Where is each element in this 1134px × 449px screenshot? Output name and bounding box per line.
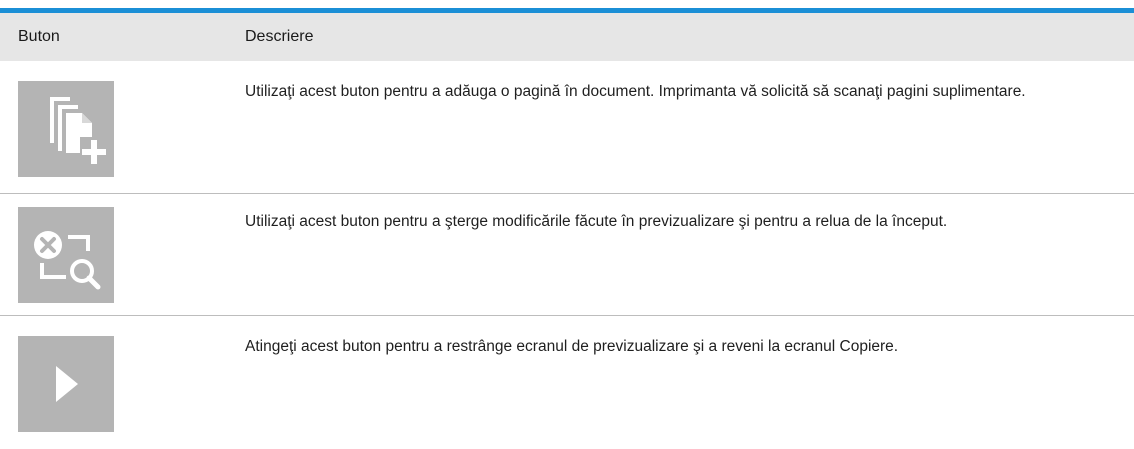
clear-preview-icon (34, 231, 101, 290)
row-description: Utilizaţi acest buton pentru a şterge mo… (245, 213, 948, 230)
column-header-button: Buton (18, 28, 60, 45)
play-arrow-icon (56, 366, 78, 402)
collapse-preview-button[interactable] (18, 336, 114, 432)
clear-preview-button[interactable] (18, 207, 114, 303)
row-description: Utilizaţi acest buton pentru a adăuga o … (245, 83, 1026, 100)
column-header-description: Descriere (245, 28, 314, 45)
table-row: Utilizaţi acest buton pentru a şterge mo… (0, 194, 1134, 316)
add-page-icon (50, 97, 106, 164)
table-header: Buton Descriere (0, 13, 1134, 61)
add-page-button[interactable] (18, 81, 114, 177)
table-row: Atingeţi acest buton pentru a restrânge … (0, 316, 1134, 449)
table-row: Utilizaţi acest buton pentru a adăuga o … (0, 61, 1134, 194)
row-description: Atingeţi acest buton pentru a restrânge … (245, 338, 899, 355)
